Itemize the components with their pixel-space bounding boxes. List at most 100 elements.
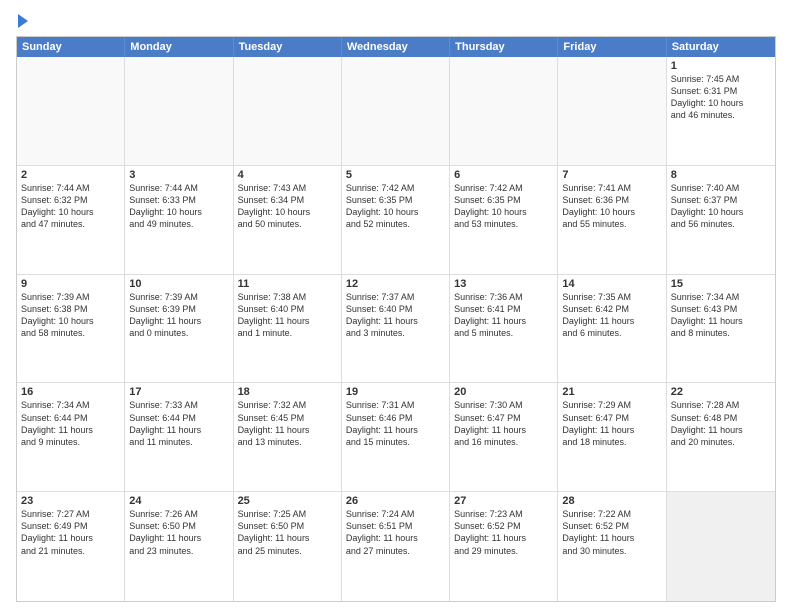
day-info: Sunrise: 7:25 AM Sunset: 6:50 PM Dayligh…	[238, 508, 337, 557]
day-header-friday: Friday	[558, 37, 666, 57]
day-number: 13	[454, 278, 553, 290]
day-info: Sunrise: 7:33 AM Sunset: 6:44 PM Dayligh…	[129, 399, 228, 448]
calendar-week-3: 9Sunrise: 7:39 AM Sunset: 6:38 PM Daylig…	[17, 275, 775, 384]
calendar-cell	[667, 492, 775, 601]
calendar-cell: 24Sunrise: 7:26 AM Sunset: 6:50 PM Dayli…	[125, 492, 233, 601]
day-number: 4	[238, 169, 337, 181]
day-number: 11	[238, 278, 337, 290]
day-number: 1	[671, 60, 771, 72]
calendar-cell: 15Sunrise: 7:34 AM Sunset: 6:43 PM Dayli…	[667, 275, 775, 383]
day-number: 5	[346, 169, 445, 181]
calendar-cell: 5Sunrise: 7:42 AM Sunset: 6:35 PM Daylig…	[342, 166, 450, 274]
day-header-thursday: Thursday	[450, 37, 558, 57]
day-info: Sunrise: 7:26 AM Sunset: 6:50 PM Dayligh…	[129, 508, 228, 557]
day-header-monday: Monday	[125, 37, 233, 57]
day-info: Sunrise: 7:28 AM Sunset: 6:48 PM Dayligh…	[671, 399, 771, 448]
calendar-header: SundayMondayTuesdayWednesdayThursdayFrid…	[17, 37, 775, 57]
day-info: Sunrise: 7:29 AM Sunset: 6:47 PM Dayligh…	[562, 399, 661, 448]
calendar-cell	[17, 57, 125, 165]
calendar-cell: 26Sunrise: 7:24 AM Sunset: 6:51 PM Dayli…	[342, 492, 450, 601]
day-info: Sunrise: 7:30 AM Sunset: 6:47 PM Dayligh…	[454, 399, 553, 448]
day-number: 15	[671, 278, 771, 290]
day-info: Sunrise: 7:44 AM Sunset: 6:32 PM Dayligh…	[21, 182, 120, 231]
calendar-cell: 12Sunrise: 7:37 AM Sunset: 6:40 PM Dayli…	[342, 275, 450, 383]
day-info: Sunrise: 7:45 AM Sunset: 6:31 PM Dayligh…	[671, 73, 771, 122]
calendar-cell: 23Sunrise: 7:27 AM Sunset: 6:49 PM Dayli…	[17, 492, 125, 601]
calendar-cell: 20Sunrise: 7:30 AM Sunset: 6:47 PM Dayli…	[450, 383, 558, 491]
calendar-cell: 8Sunrise: 7:40 AM Sunset: 6:37 PM Daylig…	[667, 166, 775, 274]
calendar-cell	[234, 57, 342, 165]
calendar-cell: 6Sunrise: 7:42 AM Sunset: 6:35 PM Daylig…	[450, 166, 558, 274]
calendar-week-2: 2Sunrise: 7:44 AM Sunset: 6:32 PM Daylig…	[17, 166, 775, 275]
day-info: Sunrise: 7:22 AM Sunset: 6:52 PM Dayligh…	[562, 508, 661, 557]
day-number: 3	[129, 169, 228, 181]
calendar-cell: 21Sunrise: 7:29 AM Sunset: 6:47 PM Dayli…	[558, 383, 666, 491]
calendar-cell: 28Sunrise: 7:22 AM Sunset: 6:52 PM Dayli…	[558, 492, 666, 601]
day-info: Sunrise: 7:37 AM Sunset: 6:40 PM Dayligh…	[346, 291, 445, 340]
day-number: 14	[562, 278, 661, 290]
day-number: 6	[454, 169, 553, 181]
calendar-cell	[450, 57, 558, 165]
day-number: 17	[129, 386, 228, 398]
day-number: 22	[671, 386, 771, 398]
day-header-saturday: Saturday	[667, 37, 775, 57]
day-number: 8	[671, 169, 771, 181]
day-number: 20	[454, 386, 553, 398]
day-number: 9	[21, 278, 120, 290]
calendar-cell: 22Sunrise: 7:28 AM Sunset: 6:48 PM Dayli…	[667, 383, 775, 491]
calendar-cell	[125, 57, 233, 165]
header	[16, 16, 776, 30]
calendar-body: 1Sunrise: 7:45 AM Sunset: 6:31 PM Daylig…	[17, 57, 775, 601]
calendar-cell: 25Sunrise: 7:25 AM Sunset: 6:50 PM Dayli…	[234, 492, 342, 601]
calendar-cell	[342, 57, 450, 165]
calendar: SundayMondayTuesdayWednesdayThursdayFrid…	[16, 36, 776, 602]
calendar-cell: 1Sunrise: 7:45 AM Sunset: 6:31 PM Daylig…	[667, 57, 775, 165]
calendar-cell: 2Sunrise: 7:44 AM Sunset: 6:32 PM Daylig…	[17, 166, 125, 274]
day-number: 12	[346, 278, 445, 290]
logo	[16, 16, 28, 30]
calendar-cell: 19Sunrise: 7:31 AM Sunset: 6:46 PM Dayli…	[342, 383, 450, 491]
day-number: 19	[346, 386, 445, 398]
day-header-sunday: Sunday	[17, 37, 125, 57]
day-number: 10	[129, 278, 228, 290]
calendar-cell: 3Sunrise: 7:44 AM Sunset: 6:33 PM Daylig…	[125, 166, 233, 274]
day-number: 23	[21, 495, 120, 507]
calendar-week-5: 23Sunrise: 7:27 AM Sunset: 6:49 PM Dayli…	[17, 492, 775, 601]
day-info: Sunrise: 7:42 AM Sunset: 6:35 PM Dayligh…	[454, 182, 553, 231]
day-info: Sunrise: 7:39 AM Sunset: 6:38 PM Dayligh…	[21, 291, 120, 340]
calendar-cell: 13Sunrise: 7:36 AM Sunset: 6:41 PM Dayli…	[450, 275, 558, 383]
day-number: 7	[562, 169, 661, 181]
calendar-cell: 7Sunrise: 7:41 AM Sunset: 6:36 PM Daylig…	[558, 166, 666, 274]
day-info: Sunrise: 7:43 AM Sunset: 6:34 PM Dayligh…	[238, 182, 337, 231]
day-info: Sunrise: 7:41 AM Sunset: 6:36 PM Dayligh…	[562, 182, 661, 231]
day-info: Sunrise: 7:32 AM Sunset: 6:45 PM Dayligh…	[238, 399, 337, 448]
day-number: 26	[346, 495, 445, 507]
calendar-week-4: 16Sunrise: 7:34 AM Sunset: 6:44 PM Dayli…	[17, 383, 775, 492]
day-number: 2	[21, 169, 120, 181]
day-info: Sunrise: 7:27 AM Sunset: 6:49 PM Dayligh…	[21, 508, 120, 557]
page: SundayMondayTuesdayWednesdayThursdayFrid…	[0, 0, 792, 612]
calendar-cell: 18Sunrise: 7:32 AM Sunset: 6:45 PM Dayli…	[234, 383, 342, 491]
day-info: Sunrise: 7:42 AM Sunset: 6:35 PM Dayligh…	[346, 182, 445, 231]
day-info: Sunrise: 7:36 AM Sunset: 6:41 PM Dayligh…	[454, 291, 553, 340]
day-number: 16	[21, 386, 120, 398]
day-info: Sunrise: 7:34 AM Sunset: 6:44 PM Dayligh…	[21, 399, 120, 448]
calendar-cell: 11Sunrise: 7:38 AM Sunset: 6:40 PM Dayli…	[234, 275, 342, 383]
calendar-cell: 9Sunrise: 7:39 AM Sunset: 6:38 PM Daylig…	[17, 275, 125, 383]
day-info: Sunrise: 7:38 AM Sunset: 6:40 PM Dayligh…	[238, 291, 337, 340]
day-info: Sunrise: 7:40 AM Sunset: 6:37 PM Dayligh…	[671, 182, 771, 231]
day-info: Sunrise: 7:24 AM Sunset: 6:51 PM Dayligh…	[346, 508, 445, 557]
day-info: Sunrise: 7:35 AM Sunset: 6:42 PM Dayligh…	[562, 291, 661, 340]
day-number: 18	[238, 386, 337, 398]
day-number: 28	[562, 495, 661, 507]
calendar-cell: 10Sunrise: 7:39 AM Sunset: 6:39 PM Dayli…	[125, 275, 233, 383]
day-number: 24	[129, 495, 228, 507]
day-info: Sunrise: 7:31 AM Sunset: 6:46 PM Dayligh…	[346, 399, 445, 448]
day-info: Sunrise: 7:34 AM Sunset: 6:43 PM Dayligh…	[671, 291, 771, 340]
day-number: 21	[562, 386, 661, 398]
day-info: Sunrise: 7:44 AM Sunset: 6:33 PM Dayligh…	[129, 182, 228, 231]
day-header-wednesday: Wednesday	[342, 37, 450, 57]
calendar-cell: 4Sunrise: 7:43 AM Sunset: 6:34 PM Daylig…	[234, 166, 342, 274]
day-info: Sunrise: 7:39 AM Sunset: 6:39 PM Dayligh…	[129, 291, 228, 340]
day-number: 27	[454, 495, 553, 507]
